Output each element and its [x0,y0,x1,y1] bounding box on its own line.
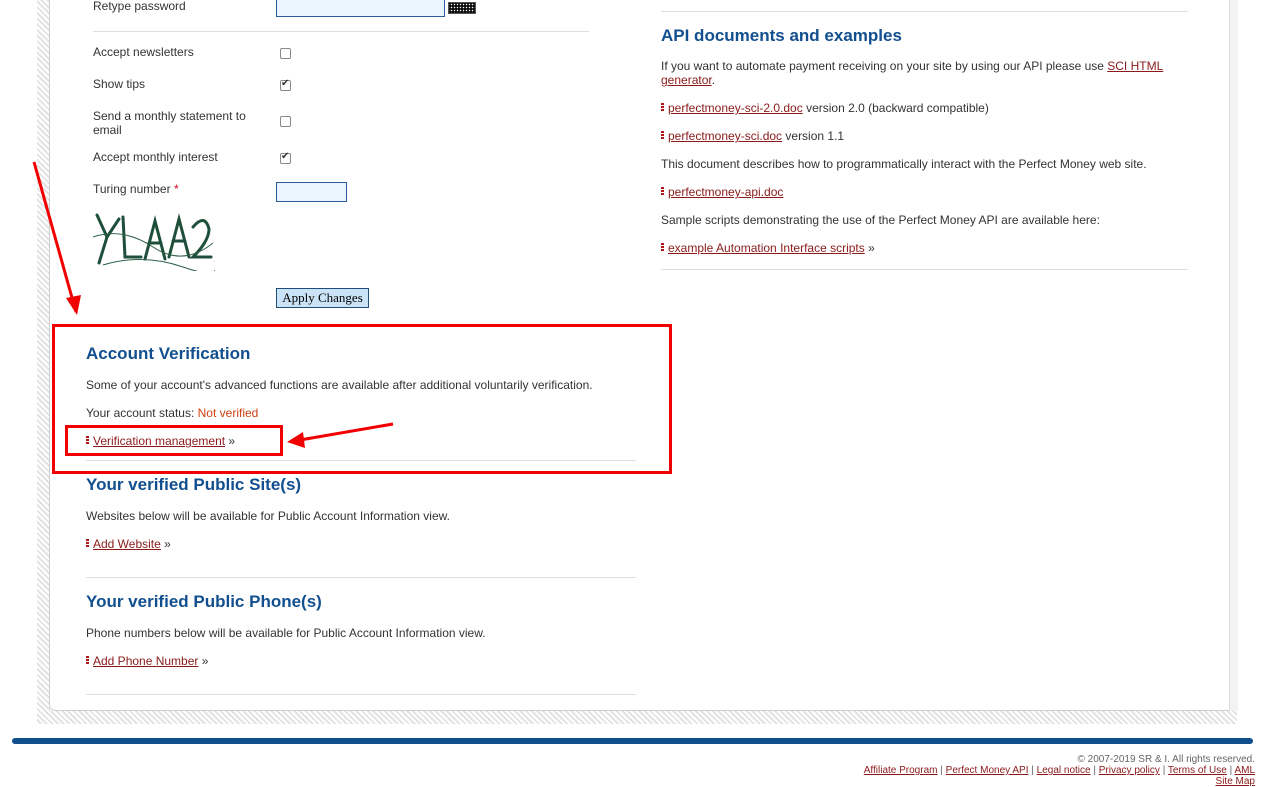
affiliate-program-link[interactable]: Affiliate Program [864,765,938,776]
copyright: © 2007-2019 SR & I. All rights reserved. [1077,754,1255,765]
footer-separator: | [1031,765,1034,776]
perfect-money-api-link[interactable]: Perfect Money API [946,765,1029,776]
sitemap-row: Site Map [1216,776,1255,787]
annotation-arrowhead [66,295,81,315]
footer-links: Affiliate Program | Perfect Money API | … [864,765,1255,776]
footer-separator: | [940,765,943,776]
annotation-arrow-down [32,161,78,313]
site-map-link[interactable]: Site Map [1216,776,1255,787]
footer-bar [12,738,1253,744]
aml-link[interactable]: AML [1234,765,1255,776]
footer-separator: | [1093,765,1096,776]
privacy-policy-link[interactable]: Privacy policy [1099,765,1160,776]
footer-separator: | [1229,765,1233,776]
terms-of-use-link[interactable]: Terms of Use [1168,765,1227,776]
annotation-arrows [32,161,394,448]
footer-separator: | [1162,765,1166,776]
legal-notice-link[interactable]: Legal notice [1037,765,1091,776]
annotation-arrowhead [287,432,305,448]
annotation-arrow-left [299,422,394,442]
